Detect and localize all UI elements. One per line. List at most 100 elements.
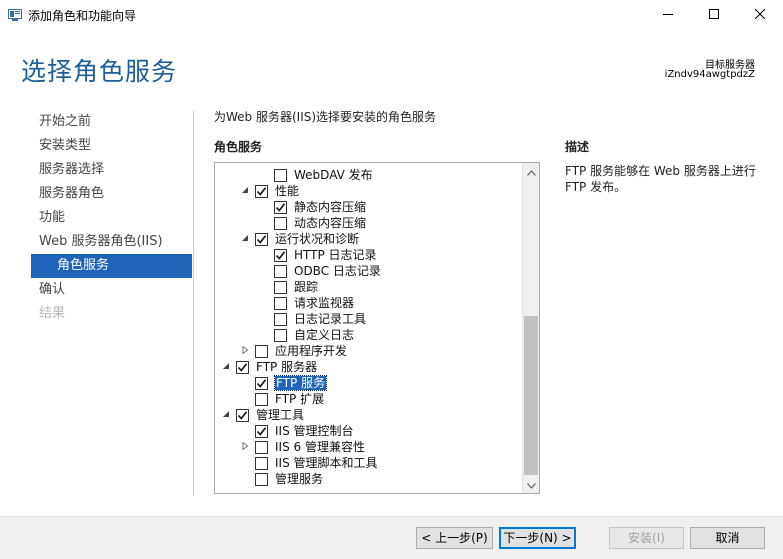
tree-item-label: 管理工具	[256, 408, 305, 422]
tree-item-label: WebDAV 发布	[294, 168, 373, 182]
tree-item[interactable]: 自定义日志	[215, 327, 521, 343]
tree-item-label: 日志记录工具	[294, 312, 367, 326]
collapse-arrow-icon[interactable]	[240, 234, 250, 244]
checkbox-checked[interactable]	[255, 377, 268, 390]
wizard-header: 选择角色服务 目标服务器 iZndv94awgtpdzZ	[0, 30, 783, 102]
title-bar: 添加角色和功能向导	[0, 0, 783, 30]
maximize-icon	[709, 8, 719, 22]
tree-item[interactable]: FTP 服务	[215, 375, 521, 391]
nav-item-0[interactable]: 开始之前	[31, 110, 192, 134]
nav-item-1[interactable]: 安装类型	[31, 134, 192, 158]
tree-item[interactable]: WebDAV 发布	[215, 167, 521, 183]
description-header: 描述	[565, 140, 590, 154]
close-button[interactable]	[737, 0, 783, 30]
chevron-down-icon	[526, 478, 536, 492]
nav-item-8: 结果	[39, 306, 66, 321]
scroll-thumb[interactable]	[524, 316, 538, 475]
checkbox-checked[interactable]	[255, 425, 268, 438]
checkbox-checked[interactable]	[236, 409, 249, 422]
nav-divider	[193, 110, 194, 496]
window-title: 添加角色和功能向导	[28, 9, 137, 23]
tree-item[interactable]: 静态内容压缩	[215, 199, 521, 215]
checkbox-unchecked[interactable]	[255, 473, 268, 486]
nav-item-5[interactable]: Web 服务器角色(IIS)	[31, 230, 192, 254]
tree-item-label: 运行状况和诊断	[275, 232, 360, 246]
tree-item[interactable]: 跟踪	[215, 279, 521, 295]
tree-item[interactable]: ODBC 日志记录	[215, 263, 521, 279]
checkbox-checked[interactable]	[236, 361, 249, 374]
description-text: FTP 服务能够在 Web 服务器上进行 FTP 发布。	[565, 164, 756, 194]
tree-item-label: IIS 管理脚本和工具	[275, 456, 378, 470]
tree-item[interactable]: IIS 6 管理兼容性	[215, 439, 521, 455]
chevron-up-icon	[526, 165, 536, 179]
tree-item[interactable]: 管理工具	[215, 407, 521, 423]
checkbox-unchecked[interactable]	[274, 297, 287, 310]
next-button[interactable]: 下一步(N) >	[499, 527, 576, 549]
checkbox-unchecked[interactable]	[274, 329, 287, 342]
tree-item-label: 动态内容压缩	[294, 216, 367, 230]
scroll-up-button[interactable]	[523, 163, 539, 180]
tree-item-label: HTTP 日志记录	[294, 248, 377, 262]
checkbox-unchecked[interactable]	[255, 393, 268, 406]
checkbox-checked[interactable]	[255, 185, 268, 198]
scroll-down-button[interactable]	[523, 476, 539, 493]
checkbox-unchecked[interactable]	[274, 313, 287, 326]
tree-item-label: 性能	[275, 184, 300, 198]
close-icon	[754, 8, 766, 22]
tree-item[interactable]: IIS 管理控制台	[215, 423, 521, 439]
nav-item-6[interactable]: 角色服务	[31, 254, 192, 278]
tree-item-label: FTP 服务	[273, 375, 328, 391]
nav-item-7[interactable]: 确认	[31, 278, 192, 302]
maximize-button[interactable]	[691, 0, 737, 30]
tree-item[interactable]: 应用程序开发	[215, 343, 521, 359]
tree-item[interactable]: 动态内容压缩	[215, 215, 521, 231]
checkbox-checked[interactable]	[274, 201, 287, 214]
collapse-arrow-icon[interactable]	[221, 410, 231, 420]
role-services-tree[interactable]: WebDAV 发布性能 静态内容压缩 动态内容压缩运行状况和诊断 HTTP 日志记录 O…	[214, 162, 540, 494]
instruction-text: 为Web 服务器(IIS)选择要安装的角色服务	[214, 110, 437, 124]
expand-arrow-icon[interactable]	[240, 441, 250, 452]
checkbox-checked[interactable]	[255, 233, 268, 246]
wizard-nav: 开始之前 安装类型 服务器选择 服务器角色 功能 Web 服务器角色(IIS) 角色服务 确认…	[31, 110, 192, 326]
checkbox-unchecked[interactable]	[255, 457, 268, 470]
tree-item[interactable]: 管理服务	[215, 471, 521, 487]
checkbox-unchecked[interactable]	[274, 265, 287, 278]
checkbox-unchecked[interactable]	[274, 217, 287, 230]
tree-item[interactable]: IIS 管理脚本和工具	[215, 455, 521, 471]
page-title: 选择角色服务	[21, 57, 178, 86]
tree-item-label: FTP 服务器	[256, 360, 318, 374]
minimize-button[interactable]	[645, 0, 691, 30]
checkbox-checked[interactable]	[274, 249, 287, 262]
tree-item[interactable]: HTTP 日志记录	[215, 247, 521, 263]
cancel-button[interactable]: 取消	[690, 527, 765, 549]
tree-item[interactable]: FTP 服务器	[215, 359, 521, 375]
install-button[interactable]: 安装(I)	[609, 527, 684, 549]
wizard-footer: < 上一步(P) 下一步(N) > 安装(I) 取消	[0, 516, 783, 559]
expand-arrow-icon[interactable]	[240, 345, 250, 356]
target-server-name: iZndv94awgtpdzZ	[664, 69, 755, 80]
tree-item[interactable]: 运行状况和诊断	[215, 231, 521, 247]
tree-item-label: 管理服务	[275, 472, 324, 486]
server-manager-icon	[8, 9, 22, 21]
collapse-arrow-icon[interactable]	[221, 362, 231, 372]
tree-item[interactable]: 请求监视器	[215, 295, 521, 311]
role-services-header: 角色服务	[214, 140, 263, 154]
previous-button[interactable]: < 上一步(P)	[416, 527, 493, 549]
tree-item-label: IIS 6 管理兼容性	[275, 440, 365, 454]
checkbox-unchecked[interactable]	[274, 281, 287, 294]
tree-items: WebDAV 发布性能 静态内容压缩 动态内容压缩运行状况和诊断 HTTP 日志记录 O…	[215, 167, 521, 487]
tree-item[interactable]: 日志记录工具	[215, 311, 521, 327]
tree-item-label: 自定义日志	[294, 328, 355, 342]
tree-item[interactable]: FTP 扩展	[215, 391, 521, 407]
checkbox-unchecked[interactable]	[274, 169, 287, 182]
nav-item-2[interactable]: 服务器选择	[31, 158, 192, 182]
nav-item-4[interactable]: 功能	[31, 206, 192, 230]
checkbox-unchecked[interactable]	[255, 441, 268, 454]
collapse-arrow-icon[interactable]	[240, 186, 250, 196]
checkbox-unchecked[interactable]	[255, 345, 268, 358]
minimize-icon	[663, 8, 673, 22]
tree-item-label: IIS 管理控制台	[275, 424, 354, 438]
tree-item[interactable]: 性能	[215, 183, 521, 199]
tree-scrollbar[interactable]	[522, 163, 539, 493]
nav-item-3[interactable]: 服务器角色	[31, 182, 192, 206]
